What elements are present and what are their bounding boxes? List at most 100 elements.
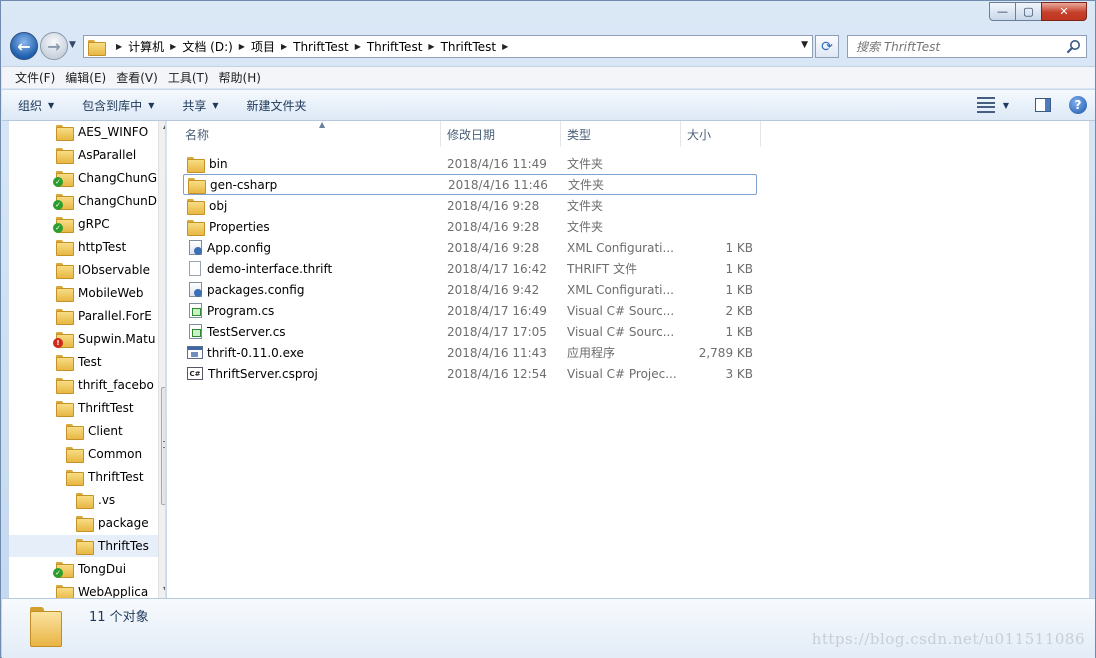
menu-item[interactable]: 帮助(H) — [214, 69, 266, 86]
tree-item[interactable]: package — [9, 512, 158, 534]
file-row[interactable]: App.config 2018/4/16 9:28 XML Configurati.… — [183, 237, 757, 258]
tree-item[interactable]: MobileWeb — [9, 282, 158, 304]
scroll-grip-icon — [163, 441, 165, 448]
tree-item[interactable]: ThriftTest — [9, 466, 158, 488]
folder-icon — [56, 148, 74, 164]
close-button[interactable]: ✕ — [1041, 2, 1087, 21]
tree-item[interactable]: ThriftTes — [9, 535, 158, 557]
cfg-file-icon — [189, 282, 202, 297]
breadcrumb-item[interactable]: 项目 — [251, 38, 275, 55]
tree-item[interactable]: httpTest — [9, 236, 158, 258]
scroll-down-icon[interactable]: ▼ — [163, 585, 165, 594]
file-name: Properties — [209, 219, 270, 234]
file-date: 2018/4/16 12:54 — [447, 366, 547, 381]
forward-button[interactable]: → — [40, 32, 68, 60]
column-header-name[interactable]: 名称 ▲ — [179, 120, 441, 147]
file-name: App.config — [207, 240, 271, 255]
tree-item[interactable]: ✓ ChangChunD — [9, 190, 158, 212]
new-folder-button[interactable]: 新建文件夹 — [247, 97, 307, 114]
file-row[interactable]: TestServer.cs 2018/4/17 17:05 Visual C# So… — [183, 321, 757, 342]
tree-item-label: ThriftTest — [88, 470, 144, 484]
sync-ok-badge-icon: ✓ — [53, 568, 63, 578]
file-row[interactable]: demo-interface.thrift 2018/4/17 16:42 THRI… — [183, 258, 757, 279]
search-icon[interactable] — [1066, 39, 1082, 55]
menu-item[interactable]: 查看(V) — [111, 69, 163, 86]
recent-pages-dropdown[interactable]: ▼ — [69, 40, 76, 50]
chevron-right-icon[interactable]: ▶ — [116, 42, 122, 51]
search-box[interactable] — [847, 35, 1087, 58]
tree-item-label: ChangChunG — [78, 171, 158, 185]
file-row[interactable]: obj 2018/4/16 9:28 文件夹 — [183, 195, 757, 216]
refresh-button[interactable]: ⟳ — [815, 35, 839, 58]
menu-item[interactable]: 编辑(E) — [60, 69, 111, 86]
breadcrumb-item[interactable]: 文档 (D:) — [182, 38, 232, 55]
file-date: 2018/4/16 9:28 — [447, 219, 540, 234]
address-history-dropdown[interactable]: ▼ — [801, 40, 808, 50]
tree-item[interactable]: AES_WINFO — [9, 121, 158, 143]
maximize-button[interactable]: ▢ — [1015, 2, 1042, 21]
file-row[interactable]: Program.cs 2018/4/17 16:49 Visual C# Sourc… — [183, 300, 757, 321]
file-type: Visual C# Sourc... — [567, 324, 675, 339]
search-input[interactable] — [856, 39, 1056, 54]
breadcrumb-item[interactable]: ThriftTest — [293, 40, 349, 54]
tree-item[interactable]: Client — [9, 420, 158, 442]
tree-item[interactable]: ✓ gRPC — [9, 213, 158, 235]
tree-item[interactable]: Parallel.ForE — [9, 305, 158, 327]
file-type: 应用程序 — [567, 346, 616, 360]
tree-item[interactable]: Test — [9, 351, 158, 373]
breadcrumb-item[interactable]: 计算机 — [128, 38, 164, 55]
file-row[interactable]: Properties 2018/4/16 9:28 文件夹 — [183, 216, 757, 237]
view-dropdown-arrow-icon[interactable]: ▼ — [1003, 101, 1009, 110]
address-bar[interactable]: ▶ 计算机 ▶ 文档 (D:) ▶ 项目 ▶ ThriftTest ▶ ThriftTest ▶ T… — [83, 35, 813, 58]
tree-item[interactable]: AsParallel — [9, 144, 158, 166]
tree-item[interactable]: Common — [9, 443, 158, 465]
column-header-date[interactable]: 修改日期 — [441, 121, 561, 147]
chevron-right-icon[interactable]: ▶ — [239, 42, 245, 51]
tree-item[interactable]: ! Supwin.Matu — [9, 328, 158, 350]
tree-item[interactable]: IObservable — [9, 259, 158, 281]
back-button[interactable]: ← — [10, 32, 38, 60]
chevron-right-icon[interactable]: ▶ — [428, 42, 434, 51]
chevron-right-icon[interactable]: ▶ — [502, 42, 508, 51]
column-header-type[interactable]: 类型 — [561, 121, 681, 147]
address-folder-icon — [88, 39, 106, 56]
chevron-right-icon[interactable]: ▶ — [170, 42, 176, 51]
tree-item[interactable]: thrift_facebo — [9, 374, 158, 396]
file-row[interactable]: packages.config 2018/4/16 9:42 XML Configu… — [183, 279, 757, 300]
preview-pane-icon[interactable] — [1035, 98, 1051, 112]
file-name: gen-csharp — [210, 177, 278, 192]
chevron-right-icon[interactable]: ▶ — [281, 42, 287, 51]
arrow-left-icon: ← — [17, 36, 31, 56]
chevron-right-icon[interactable]: ▶ — [355, 42, 361, 51]
tree-item[interactable]: WebApplica — [9, 581, 158, 598]
sync-ok-badge-icon: ✓ — [53, 200, 63, 210]
tree-item[interactable]: ✓ ChangChunG — [9, 167, 158, 189]
help-icon[interactable]: ? — [1069, 96, 1087, 114]
share-button[interactable]: 共享 ▼ — [182, 97, 218, 114]
file-row[interactable]: gen-csharp 2018/4/16 11:46 文件夹 — [183, 174, 757, 195]
tree-item[interactable]: .vs — [9, 489, 158, 511]
cs-file-icon — [189, 324, 202, 339]
column-header-size[interactable]: 大小 — [681, 121, 761, 147]
minimize-button[interactable]: — — [989, 2, 1016, 21]
tree-item[interactable]: ThriftTest — [9, 397, 158, 419]
breadcrumb-item[interactable]: ThriftTest — [367, 40, 423, 54]
file-type: XML Configurati... — [567, 240, 674, 255]
file-row[interactable]: C# ThriftServer.csproj 2018/4/16 12:54 Visu… — [183, 363, 757, 384]
navigation-pane-scrollbar[interactable]: ▲ ▼ — [158, 121, 165, 598]
menu-item[interactable]: 文件(F) — [10, 69, 60, 86]
menu-bar: 文件(F) 编辑(E) 查看(V) 工具(T) 帮助(H) — [2, 66, 1095, 88]
scroll-up-icon[interactable]: ▲ — [163, 121, 165, 130]
view-options-icon[interactable] — [976, 97, 995, 113]
dropdown-arrow-icon: ▼ — [48, 100, 55, 110]
organize-button[interactable]: 组织 ▼ — [18, 97, 54, 114]
file-size: 3 KB — [725, 366, 753, 381]
breadcrumb-item[interactable]: ThriftTest — [441, 40, 497, 54]
tree-item[interactable]: ✓ TongDui — [9, 558, 158, 580]
include-in-library-button[interactable]: 包含到库中 ▼ — [82, 97, 154, 114]
menu-item[interactable]: 工具(T) — [163, 69, 214, 86]
file-row[interactable]: bin 2018/4/16 11:49 文件夹 — [183, 153, 757, 174]
file-name-cell: TestServer.cs — [187, 324, 286, 339]
file-row[interactable]: thrift-0.11.0.exe 2018/4/16 11:43 应用程序 2,78… — [183, 342, 757, 363]
file-date: 2018/4/16 9:28 — [447, 240, 540, 255]
